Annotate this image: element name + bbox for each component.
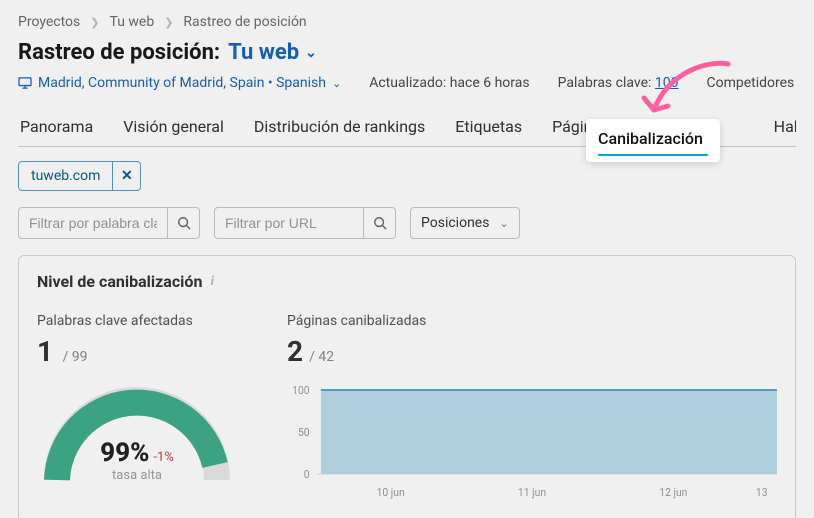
- chevron-down-icon: ⌄: [332, 77, 341, 90]
- gauge: 99% -1% tasa alta: [37, 380, 237, 500]
- updated-label: Actualizado: hace 6 horas: [369, 75, 529, 91]
- info-icon[interactable]: i: [210, 274, 214, 290]
- x-tick-2: 12 jun: [659, 486, 687, 499]
- x-tick-1: 11 jun: [518, 486, 546, 499]
- breadcrumb-item-tuweb[interactable]: Tu web: [109, 14, 154, 30]
- chevron-down-icon: ⌄: [499, 217, 508, 230]
- location-selector[interactable]: Madrid, Community of Madrid, Spain • Spa…: [18, 75, 341, 91]
- cannibalization-panel: Nivel de canibalización i Palabras clave…: [18, 255, 796, 518]
- positions-select[interactable]: Posiciones ⌄: [410, 207, 520, 239]
- tab-etiquetas[interactable]: Etiquetas: [453, 113, 524, 146]
- positions-select-label: Posiciones: [421, 215, 489, 231]
- breadcrumb-item-rastreo: Rastreo de posición: [183, 14, 306, 30]
- y-tick-50: 50: [298, 426, 310, 439]
- trend-chart: 100 50 0 10 jun 11 jun 12 jun 13: [287, 380, 777, 514]
- gauge-delta: -1%: [153, 450, 173, 465]
- tab-active-label: Canibalización: [598, 129, 708, 148]
- competitors-label: Competidores: [706, 75, 794, 91]
- panel-title: Nivel de canibalización i: [37, 272, 777, 291]
- filter-url: [214, 207, 396, 239]
- stat-pg-label: Páginas canibalizadas: [287, 313, 777, 329]
- keywords-meta: Palabras clave: 100: [558, 75, 679, 91]
- filter-url-input[interactable]: [215, 208, 363, 238]
- breadcrumb-item-proyectos[interactable]: Proyectos: [18, 14, 80, 30]
- filter-keyword-search-button[interactable]: [167, 208, 199, 238]
- page-title: Rastreo de posición:: [18, 40, 220, 65]
- gauge-percent: 99%: [100, 438, 149, 468]
- filter-row: Posiciones ⌄: [18, 207, 796, 239]
- search-icon: [177, 216, 191, 230]
- chevron-right-icon: ❯: [164, 16, 173, 29]
- filter-url-search-button[interactable]: [363, 208, 395, 238]
- y-tick-0: 0: [304, 468, 310, 481]
- search-icon: [373, 216, 387, 230]
- tab-panorama[interactable]: Panorama: [18, 113, 95, 146]
- chevron-down-icon: ⌄: [305, 45, 317, 61]
- location-text: Madrid, Community of Madrid, Spain • Spa…: [38, 75, 326, 91]
- tab-distribucion-rankings[interactable]: Distribución de rankings: [252, 113, 427, 146]
- domain-chip-remove[interactable]: ✕: [112, 162, 140, 190]
- stat-pages-cannibalized: Páginas canibalizadas 2 / 42 100 50 0: [287, 313, 777, 514]
- stat-pg-total: / 42: [309, 349, 334, 365]
- site-selector[interactable]: Tu web ⌄: [228, 40, 317, 65]
- page-heading: Rastreo de posición: Tu web ⌄: [18, 40, 796, 65]
- keywords-count-link[interactable]: 100: [655, 75, 679, 91]
- stat-pg-value: 2: [287, 335, 303, 368]
- chevron-right-icon: ❯: [90, 16, 99, 29]
- close-icon: ✕: [121, 168, 133, 184]
- tab-canibalizacion-active[interactable]: Canibalización: [586, 119, 720, 162]
- stat-keywords-affected: Palabras clave afectadas 1 / 99 99% -1%: [37, 313, 247, 514]
- gauge-sublabel: tasa alta: [37, 468, 237, 483]
- domain-chip-label: tuweb.com: [19, 168, 112, 184]
- filter-keyword: [18, 207, 200, 239]
- filter-keyword-input[interactable]: [19, 208, 167, 238]
- breadcrumb: Proyectos ❯ Tu web ❯ Rastreo de posición: [18, 12, 796, 32]
- stat-kw-label: Palabras clave afectadas: [37, 313, 247, 329]
- site-name: Tu web: [228, 40, 299, 65]
- domain-chip: tuweb.com ✕: [18, 161, 141, 191]
- stat-kw-total: / 99: [63, 349, 88, 365]
- meta-row: Madrid, Community of Madrid, Spain • Spa…: [18, 75, 796, 91]
- tab-active-underline: [598, 154, 708, 156]
- y-tick-100: 100: [292, 384, 309, 397]
- x-tick-3: 13: [756, 486, 768, 499]
- tab-hallazgo[interactable]: Hallazgo de: [772, 113, 796, 146]
- tab-vision-general[interactable]: Visión general: [121, 113, 226, 146]
- x-tick-0: 10 jun: [377, 486, 405, 499]
- stat-kw-value: 1: [37, 335, 53, 368]
- desktop-icon: [18, 77, 32, 89]
